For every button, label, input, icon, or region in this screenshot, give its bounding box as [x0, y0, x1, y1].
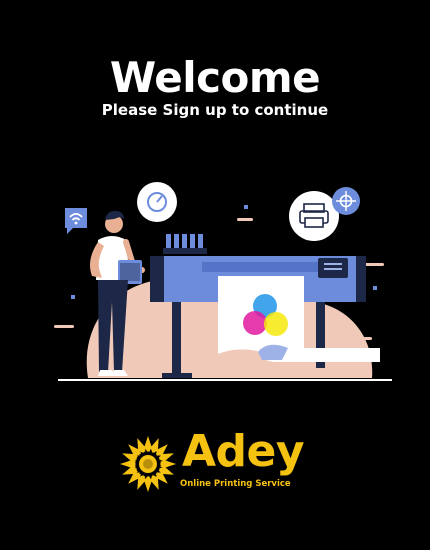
wifi-icon: [65, 208, 87, 234]
brand-tagline: Online Printing Service: [180, 479, 291, 489]
dot-deco: [373, 286, 377, 290]
dot-deco: [244, 205, 248, 209]
ground-line: [58, 379, 392, 381]
dot-deco: [237, 218, 253, 221]
sun-icon: [120, 436, 176, 492]
welcome-subtitle: Please Sign up to continue: [101, 101, 329, 119]
welcome-title: Welcome: [109, 53, 321, 102]
welcome-screen: Welcome Please Sign up to continue Adey …: [0, 0, 430, 550]
clock-icon: [137, 182, 177, 222]
printer-icon: [289, 191, 339, 241]
dash-deco: [360, 337, 372, 340]
brand-logo: Adey Online Printing Service: [118, 426, 318, 496]
brand-name: Adey: [182, 426, 305, 477]
crosshair-icon: [332, 187, 360, 215]
dot-deco: [71, 295, 75, 299]
printing-illustration: [54, 182, 392, 381]
dash-deco: [54, 325, 74, 328]
